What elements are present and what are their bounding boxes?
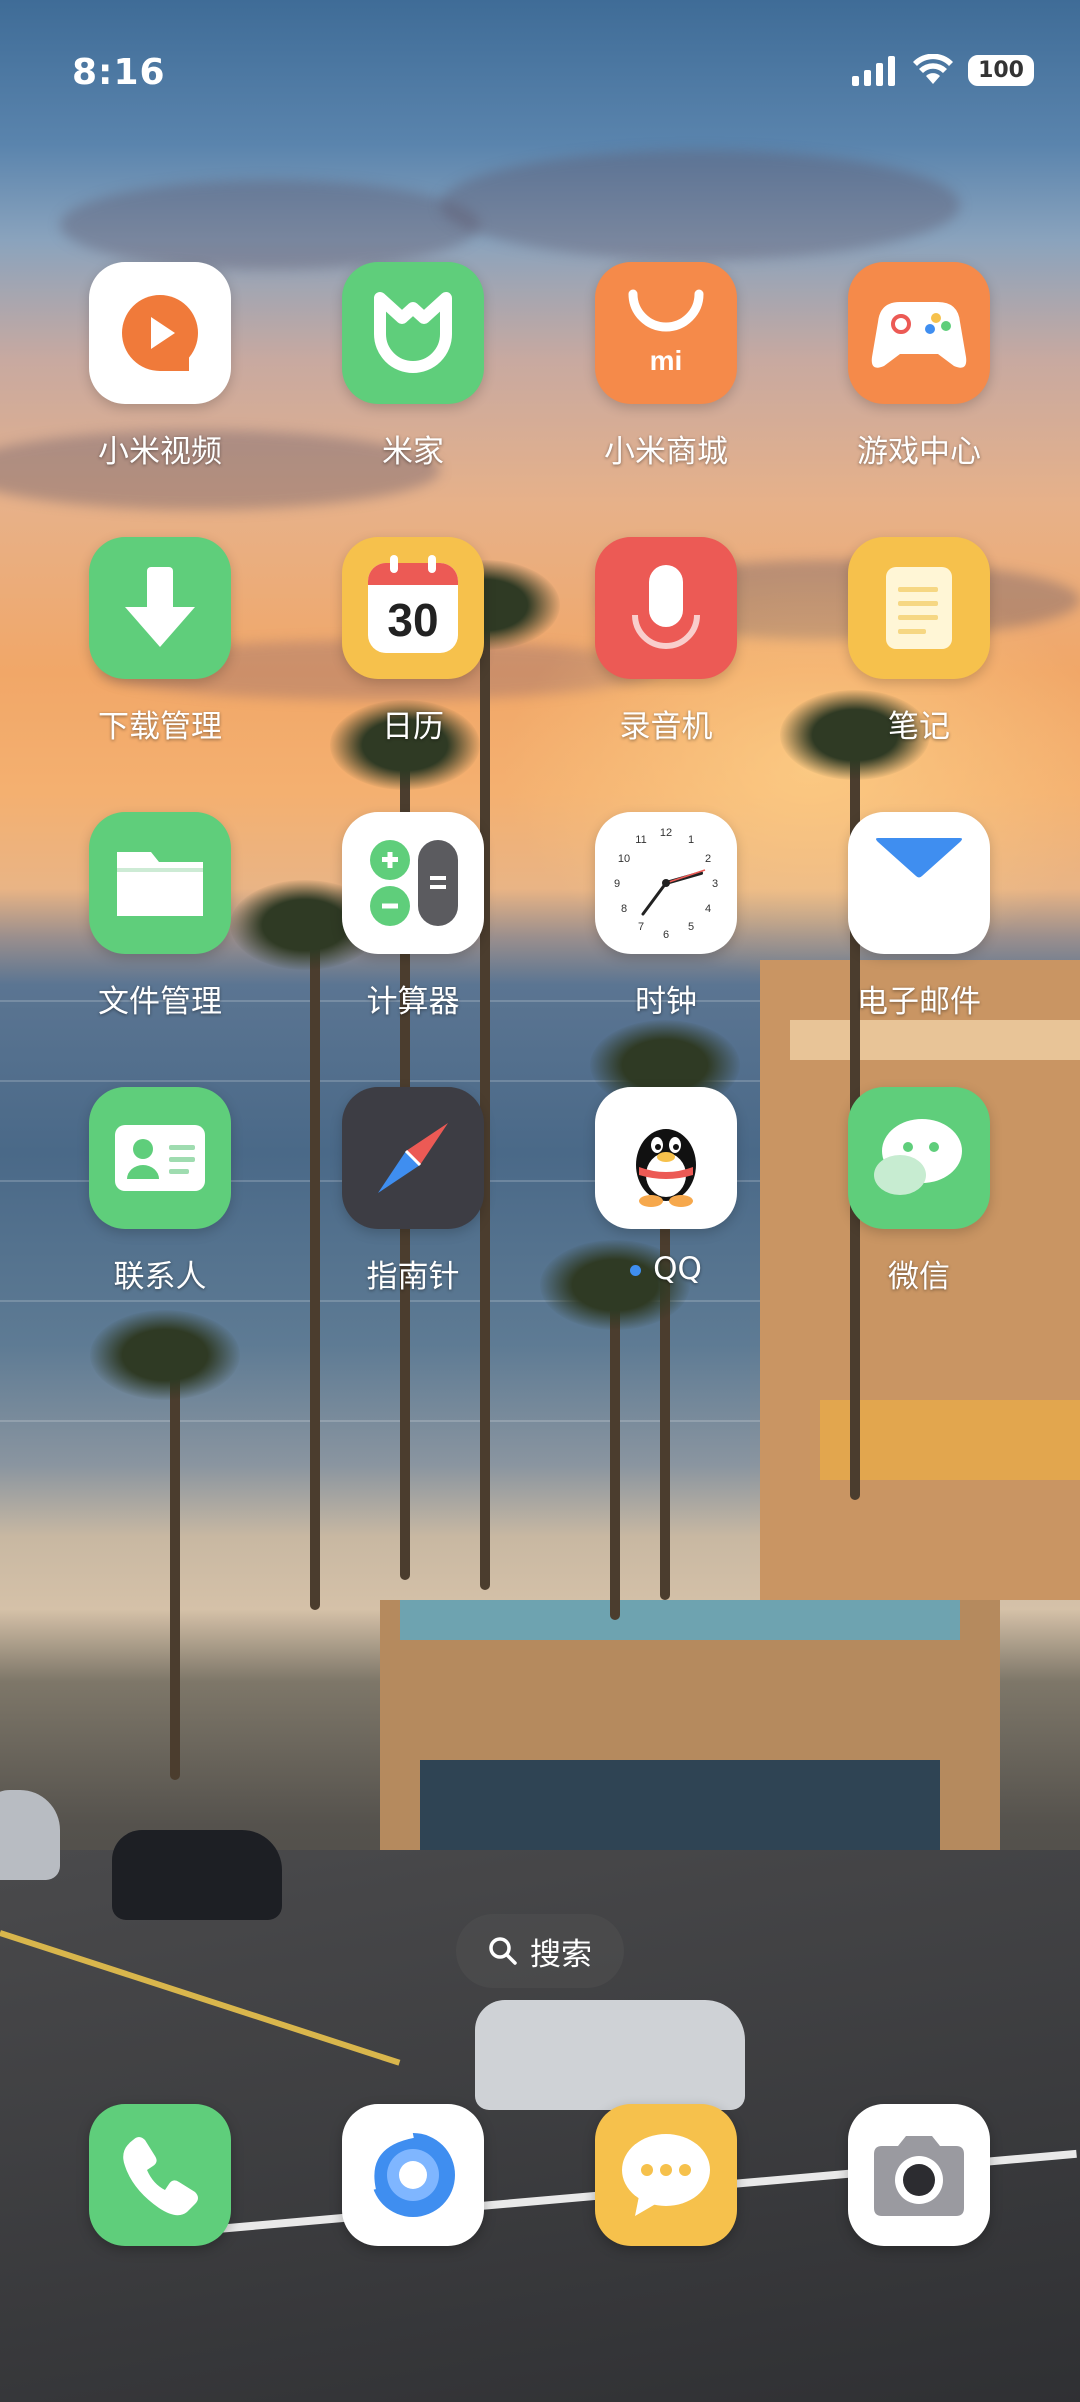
- dock-phone[interactable]: [89, 2104, 231, 2246]
- svg-text:10: 10: [618, 853, 630, 865]
- svg-text:9: 9: [614, 878, 620, 890]
- app-email[interactable]: 电子邮件: [819, 812, 1019, 1021]
- messages-icon: [622, 2134, 710, 2216]
- email-icon: [848, 812, 990, 954]
- app-label: 笔记: [888, 709, 950, 745]
- app-mi-video[interactable]: 小米视频: [60, 262, 260, 471]
- svg-text:1: 1: [688, 834, 694, 846]
- app-label: 下载管理: [98, 709, 222, 745]
- mi-video-icon: [89, 262, 231, 404]
- app-label: 游戏中心: [857, 434, 981, 470]
- svg-text:3: 3: [712, 878, 718, 890]
- app-compass[interactable]: 指南针: [313, 1087, 513, 1296]
- app-wechat[interactable]: 微信: [819, 1087, 1019, 1296]
- app-label: QQ: [566, 1251, 766, 1287]
- app-label: 小米商城: [604, 434, 728, 470]
- app-file-manager[interactable]: 文件管理: [60, 812, 260, 1021]
- app-label: 指南针: [366, 1259, 460, 1295]
- app-clock[interactable]: 12 1 2 3 45 6 78 9 10 11 时钟: [566, 812, 766, 1021]
- app-notes[interactable]: 笔记: [819, 537, 1019, 746]
- compass-icon: [342, 1087, 484, 1229]
- app-contacts[interactable]: 联系人: [60, 1087, 260, 1296]
- notes-icon: [848, 537, 990, 679]
- app-label: 小米视频: [98, 434, 222, 470]
- mijia-icon: [342, 262, 484, 404]
- svg-text:7: 7: [638, 921, 644, 933]
- signal-icon: [852, 56, 896, 86]
- status-time: 8:16: [72, 52, 166, 93]
- wechat-icon: [848, 1087, 990, 1229]
- svg-text:2: 2: [705, 853, 711, 865]
- game-center-icon: [848, 262, 990, 404]
- recorder-icon: [595, 537, 737, 679]
- wifi-icon: [913, 54, 954, 84]
- app-mijia[interactable]: 米家: [313, 262, 513, 471]
- app-label: 计算器: [366, 984, 460, 1020]
- dock-camera[interactable]: [848, 2104, 990, 2246]
- dock-messages[interactable]: [595, 2104, 737, 2246]
- app-game-center[interactable]: 游戏中心: [819, 262, 1019, 471]
- new-indicator-dot: [630, 1265, 642, 1276]
- app-label: 电子邮件: [857, 984, 981, 1020]
- download-manager-icon: [89, 537, 231, 679]
- search-icon: [489, 1937, 517, 1965]
- app-qq[interactable]: QQ: [566, 1087, 766, 1287]
- file-manager-icon: [89, 812, 231, 954]
- qq-icon: [595, 1087, 737, 1229]
- calculator-icon: [342, 812, 484, 954]
- app-label: 录音机: [619, 709, 713, 745]
- app-calendar[interactable]: 30 日历: [313, 537, 513, 746]
- app-mi-store[interactable]: mi 小米商城: [566, 262, 766, 471]
- app-label: 米家: [382, 434, 444, 470]
- svg-text:8: 8: [621, 903, 627, 915]
- clock-icon: 12 1 2 3 45 6 78 9 10 11: [595, 812, 737, 954]
- app-label-text: QQ: [653, 1251, 702, 1287]
- search-button[interactable]: 搜索: [456, 1914, 624, 1988]
- home-screen: 8:16 100 小米视频 米家 mi 小米商城 游戏中心 下载管理 30 日历…: [0, 0, 1080, 2402]
- svg-text:6: 6: [663, 929, 669, 941]
- app-label: 微信: [888, 1259, 950, 1295]
- camera-icon: [874, 2136, 964, 2216]
- phone-icon: [123, 2137, 198, 2216]
- calendar-icon: 30: [342, 537, 484, 679]
- app-label: 日历: [382, 709, 444, 745]
- status-icons: 100: [852, 54, 1034, 86]
- app-download-manager[interactable]: 下载管理: [60, 537, 260, 746]
- svg-text:4: 4: [705, 903, 711, 915]
- app-label: 联系人: [113, 1259, 207, 1295]
- app-label: 时钟: [635, 984, 697, 1020]
- dock-browser[interactable]: [342, 2104, 484, 2246]
- svg-text:11: 11: [635, 834, 646, 846]
- search-label: 搜索: [530, 1936, 592, 1973]
- app-calculator[interactable]: 计算器: [313, 812, 513, 1021]
- battery-indicator: 100: [968, 54, 1034, 86]
- mi-store-icon: mi: [595, 262, 737, 404]
- svg-text:mi: mi: [650, 345, 683, 376]
- contacts-icon: [89, 1087, 231, 1229]
- calendar-date: 30: [387, 594, 439, 646]
- svg-text:5: 5: [688, 921, 694, 933]
- app-label: 文件管理: [98, 984, 222, 1020]
- app-recorder[interactable]: 录音机: [566, 537, 766, 746]
- browser-icon: [366, 2130, 455, 2217]
- svg-text:12: 12: [660, 827, 672, 839]
